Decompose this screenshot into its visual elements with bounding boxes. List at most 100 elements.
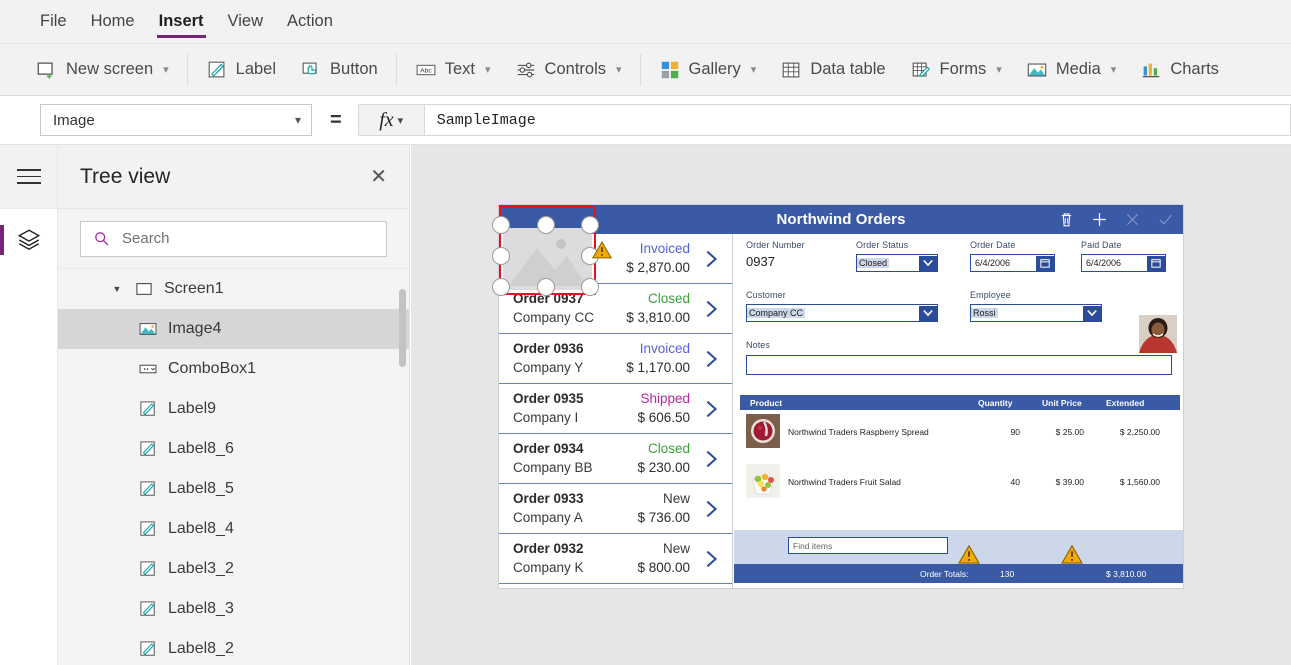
order-amount: $ 606.50 [637,410,690,425]
gallery-row[interactable]: Order 0936 Company Y Invoiced $ 1,170.00 [499,334,732,384]
order-status-dropdown[interactable]: Closed [856,254,938,272]
ribbon-divider [639,53,641,86]
product-row[interactable]: Northwind Traders Fruit Salad 40 $ 39.00… [740,462,1180,504]
chevron-down-icon[interactable]: ▾ [398,114,404,127]
order-status: Closed [647,441,690,456]
trash-icon[interactable] [1057,210,1076,229]
ribbon-text-button[interactable]: Abc Text ▾ [403,50,503,90]
order-number: Order 0932 [513,541,584,556]
ribbon-media-button[interactable]: Media ▾ [1014,50,1128,90]
chevron-down-icon[interactable]: ▾ [1111,63,1117,76]
ribbon-gallery-button[interactable]: Gallery ▾ [647,50,769,90]
warning-icon[interactable] [958,544,980,564]
tree-item-screen1[interactable]: ▼ Screen1 [58,269,409,309]
tree-item-label8_5[interactable]: Label8_5 [58,469,409,509]
product-quantity: 90 [1010,427,1020,437]
customer-dropdown[interactable]: Company CC [746,304,938,322]
chevron-down-icon[interactable]: ▼ [110,284,124,294]
formula-input[interactable]: SampleImage [423,104,1291,136]
chevron-right-icon[interactable] [700,347,722,371]
ribbon-label-button[interactable]: Label [194,50,288,90]
tree-view-panel: Tree view ✕ ▼ Screen1 Image4 [58,145,410,665]
tree-item-label9[interactable]: Label9 [58,389,409,429]
warning-icon[interactable] [1061,544,1083,564]
label-icon [140,561,155,576]
tree-item-label8_3[interactable]: Label8_3 [58,589,409,629]
formula-bar: Image ▾ = fx ▾ SampleImage [0,96,1291,145]
gallery-row[interactable]: Order 0933 Company A New $ 736.00 [499,484,732,534]
chevron-right-icon[interactable] [700,247,722,271]
ribbon-new-screen-button[interactable]: New screen ▾ [24,50,181,90]
calendar-icon[interactable] [1036,255,1054,271]
order-date-picker[interactable]: 6/4/2006 [970,254,1055,272]
order-number: Order 0935 [513,391,584,406]
notes-input[interactable] [746,355,1172,375]
gallery-row[interactable]: Order 0934 Company BB Closed $ 230.00 [499,434,732,484]
calendar-icon[interactable] [1147,255,1165,271]
chevron-down-icon[interactable]: ▾ [996,63,1002,76]
tree-item-label8_2[interactable]: Label8_2 [58,629,409,665]
resize-handle-sw[interactable] [492,278,510,296]
menu-item-view[interactable]: View [216,0,275,43]
page-title: Tree view [80,164,171,188]
hamburger-button[interactable] [0,145,57,209]
employee-dropdown[interactable]: Rossi [970,304,1102,322]
chevron-down-icon[interactable]: ▾ [295,113,301,127]
chevron-down-icon[interactable] [937,537,947,555]
fruit-salad-thumb [746,464,780,498]
paid-date-picker[interactable]: 6/4/2006 [1081,254,1166,272]
chevron-right-icon[interactable] [700,547,722,571]
ribbon-forms-button[interactable]: Forms ▾ [898,50,1014,90]
search-input[interactable] [120,229,374,248]
tree-item-combobox1[interactable]: ComboBox1 [58,349,409,389]
chevron-right-icon[interactable] [700,447,722,471]
fx-button[interactable]: fx ▾ [357,104,424,136]
menu-item-insert[interactable]: Insert [147,0,216,43]
search-box[interactable] [80,220,387,257]
ribbon-charts-button[interactable]: Charts [1128,50,1231,90]
menu-item-file[interactable]: File [28,0,79,43]
rail-item-tree-view[interactable] [0,209,57,271]
tree-item-label8_4[interactable]: Label8_4 [58,509,409,549]
order-company: Company BB [513,460,593,475]
tree-item-label3_2[interactable]: Label3_2 [58,549,409,589]
close-icon[interactable]: ✕ [370,167,387,187]
tree-item-image4[interactable]: Image4 [58,309,409,349]
gallery-row[interactable]: Order 0935 Company I Shipped $ 606.50 [499,384,732,434]
chevron-down-icon[interactable]: ▾ [485,63,491,76]
menu-item-action[interactable]: Action [275,0,345,43]
menu-item-home[interactable]: Home [79,0,147,43]
tree-scrollbar[interactable] [399,289,406,367]
tree-item-list[interactable]: ▼ Screen1 Image4 ComboBox1 Label9 Label8… [58,269,409,665]
resize-handle-nw[interactable] [492,216,510,234]
resize-handle-s[interactable] [537,278,555,296]
gallery-row[interactable]: Order 0932 Company K New $ 800.00 [499,534,732,584]
resize-handle-se[interactable] [581,278,599,296]
chevron-right-icon[interactable] [700,397,722,421]
tree-item-label8_6[interactable]: Label8_6 [58,429,409,469]
customer-label: Customer [746,290,786,300]
chevron-down-icon[interactable] [919,255,937,271]
property-select[interactable]: Image ▾ [40,104,312,136]
chevron-down-icon[interactable]: ▾ [751,63,757,76]
chevron-down-icon[interactable] [1083,305,1101,321]
ribbon-controls-button[interactable]: Controls ▾ [503,50,634,90]
ribbon-button-button[interactable]: Button [288,50,390,90]
find-items-combobox[interactable]: Find items [788,537,948,554]
resize-handle-n[interactable] [537,216,555,234]
chevron-down-icon[interactable] [919,305,937,321]
chevron-right-icon[interactable] [700,297,722,321]
ribbon-data-table-button[interactable]: Data table [768,50,897,90]
chevron-right-icon[interactable] [700,497,722,521]
app-preview[interactable]: Northwind Orders Order 0938 Invoiced [499,205,1183,588]
product-extended: $ 1,560.00 [1119,477,1160,487]
order-detail-form[interactable]: Order Number 0937 Order Status Closed Or… [734,234,1183,588]
plus-icon[interactable] [1090,210,1109,229]
resize-handle-ne[interactable] [581,216,599,234]
media-icon [1027,62,1047,77]
chevron-down-icon[interactable]: ▾ [616,63,622,76]
chevron-down-icon[interactable]: ▾ [163,63,169,76]
product-row[interactable]: Northwind Traders Raspberry Spread 90 $ … [740,412,1180,454]
warning-icon[interactable] [592,240,612,259]
resize-handle-w[interactable] [492,247,510,265]
